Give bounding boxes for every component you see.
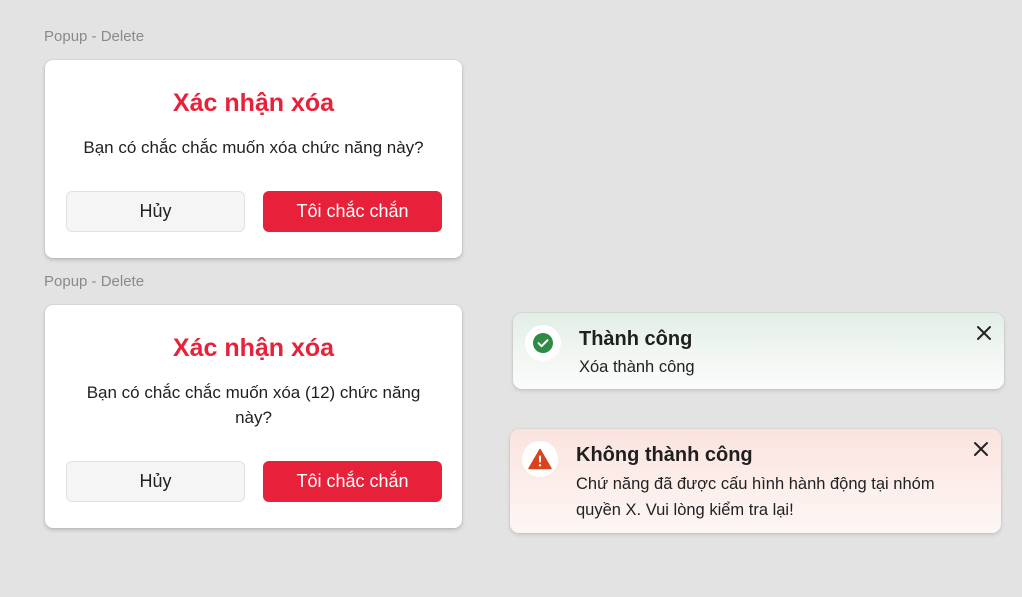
dialog-actions: Hủy Tôi chắc chắn	[66, 461, 442, 502]
dialog-title: Xác nhận xóa	[172, 334, 335, 362]
frame-label: Popup - Delete	[44, 273, 145, 290]
toast-message: Xóa thành công	[579, 358, 695, 376]
toast-title: Không thành công	[576, 444, 753, 466]
confirm-delete-button[interactable]: Tôi chắc chắn	[263, 191, 442, 232]
toast-message: Chứ năng đã được cấu hình hành động tại …	[576, 475, 935, 519]
dialog-message: Bạn có chắc chắc muốn xóa chức năng này?	[83, 138, 424, 157]
success-icon-badge	[525, 325, 561, 361]
close-icon[interactable]	[974, 323, 994, 343]
dialog-message: Bạn có chắc chắc muốn xóa (12) chức năng…	[86, 383, 421, 427]
check-circle-icon	[532, 332, 554, 354]
delete-confirm-dialog: Xác nhận xóa Bạn có chắc chắc muốn xóa (…	[45, 305, 462, 528]
close-icon[interactable]	[971, 439, 991, 459]
success-toast: Thành công Xóa thành công	[513, 313, 1004, 389]
warning-triangle-icon	[528, 448, 552, 470]
cancel-button[interactable]: Hủy	[66, 461, 245, 502]
toast-title: Thành công	[579, 328, 693, 350]
frame-label: Popup - Delete	[44, 28, 145, 45]
dialog-actions: Hủy Tôi chắc chắn	[66, 191, 442, 232]
delete-confirm-dialog: Xác nhận xóa Bạn có chắc chắc muốn xóa c…	[45, 60, 462, 258]
error-icon-badge	[522, 441, 558, 477]
cancel-button[interactable]: Hủy	[66, 191, 245, 232]
dialog-title: Xác nhận xóa	[172, 89, 335, 117]
confirm-delete-button[interactable]: Tôi chắc chắn	[263, 461, 442, 502]
error-toast: Không thành công Chứ năng đã được cấu hì…	[510, 429, 1001, 533]
